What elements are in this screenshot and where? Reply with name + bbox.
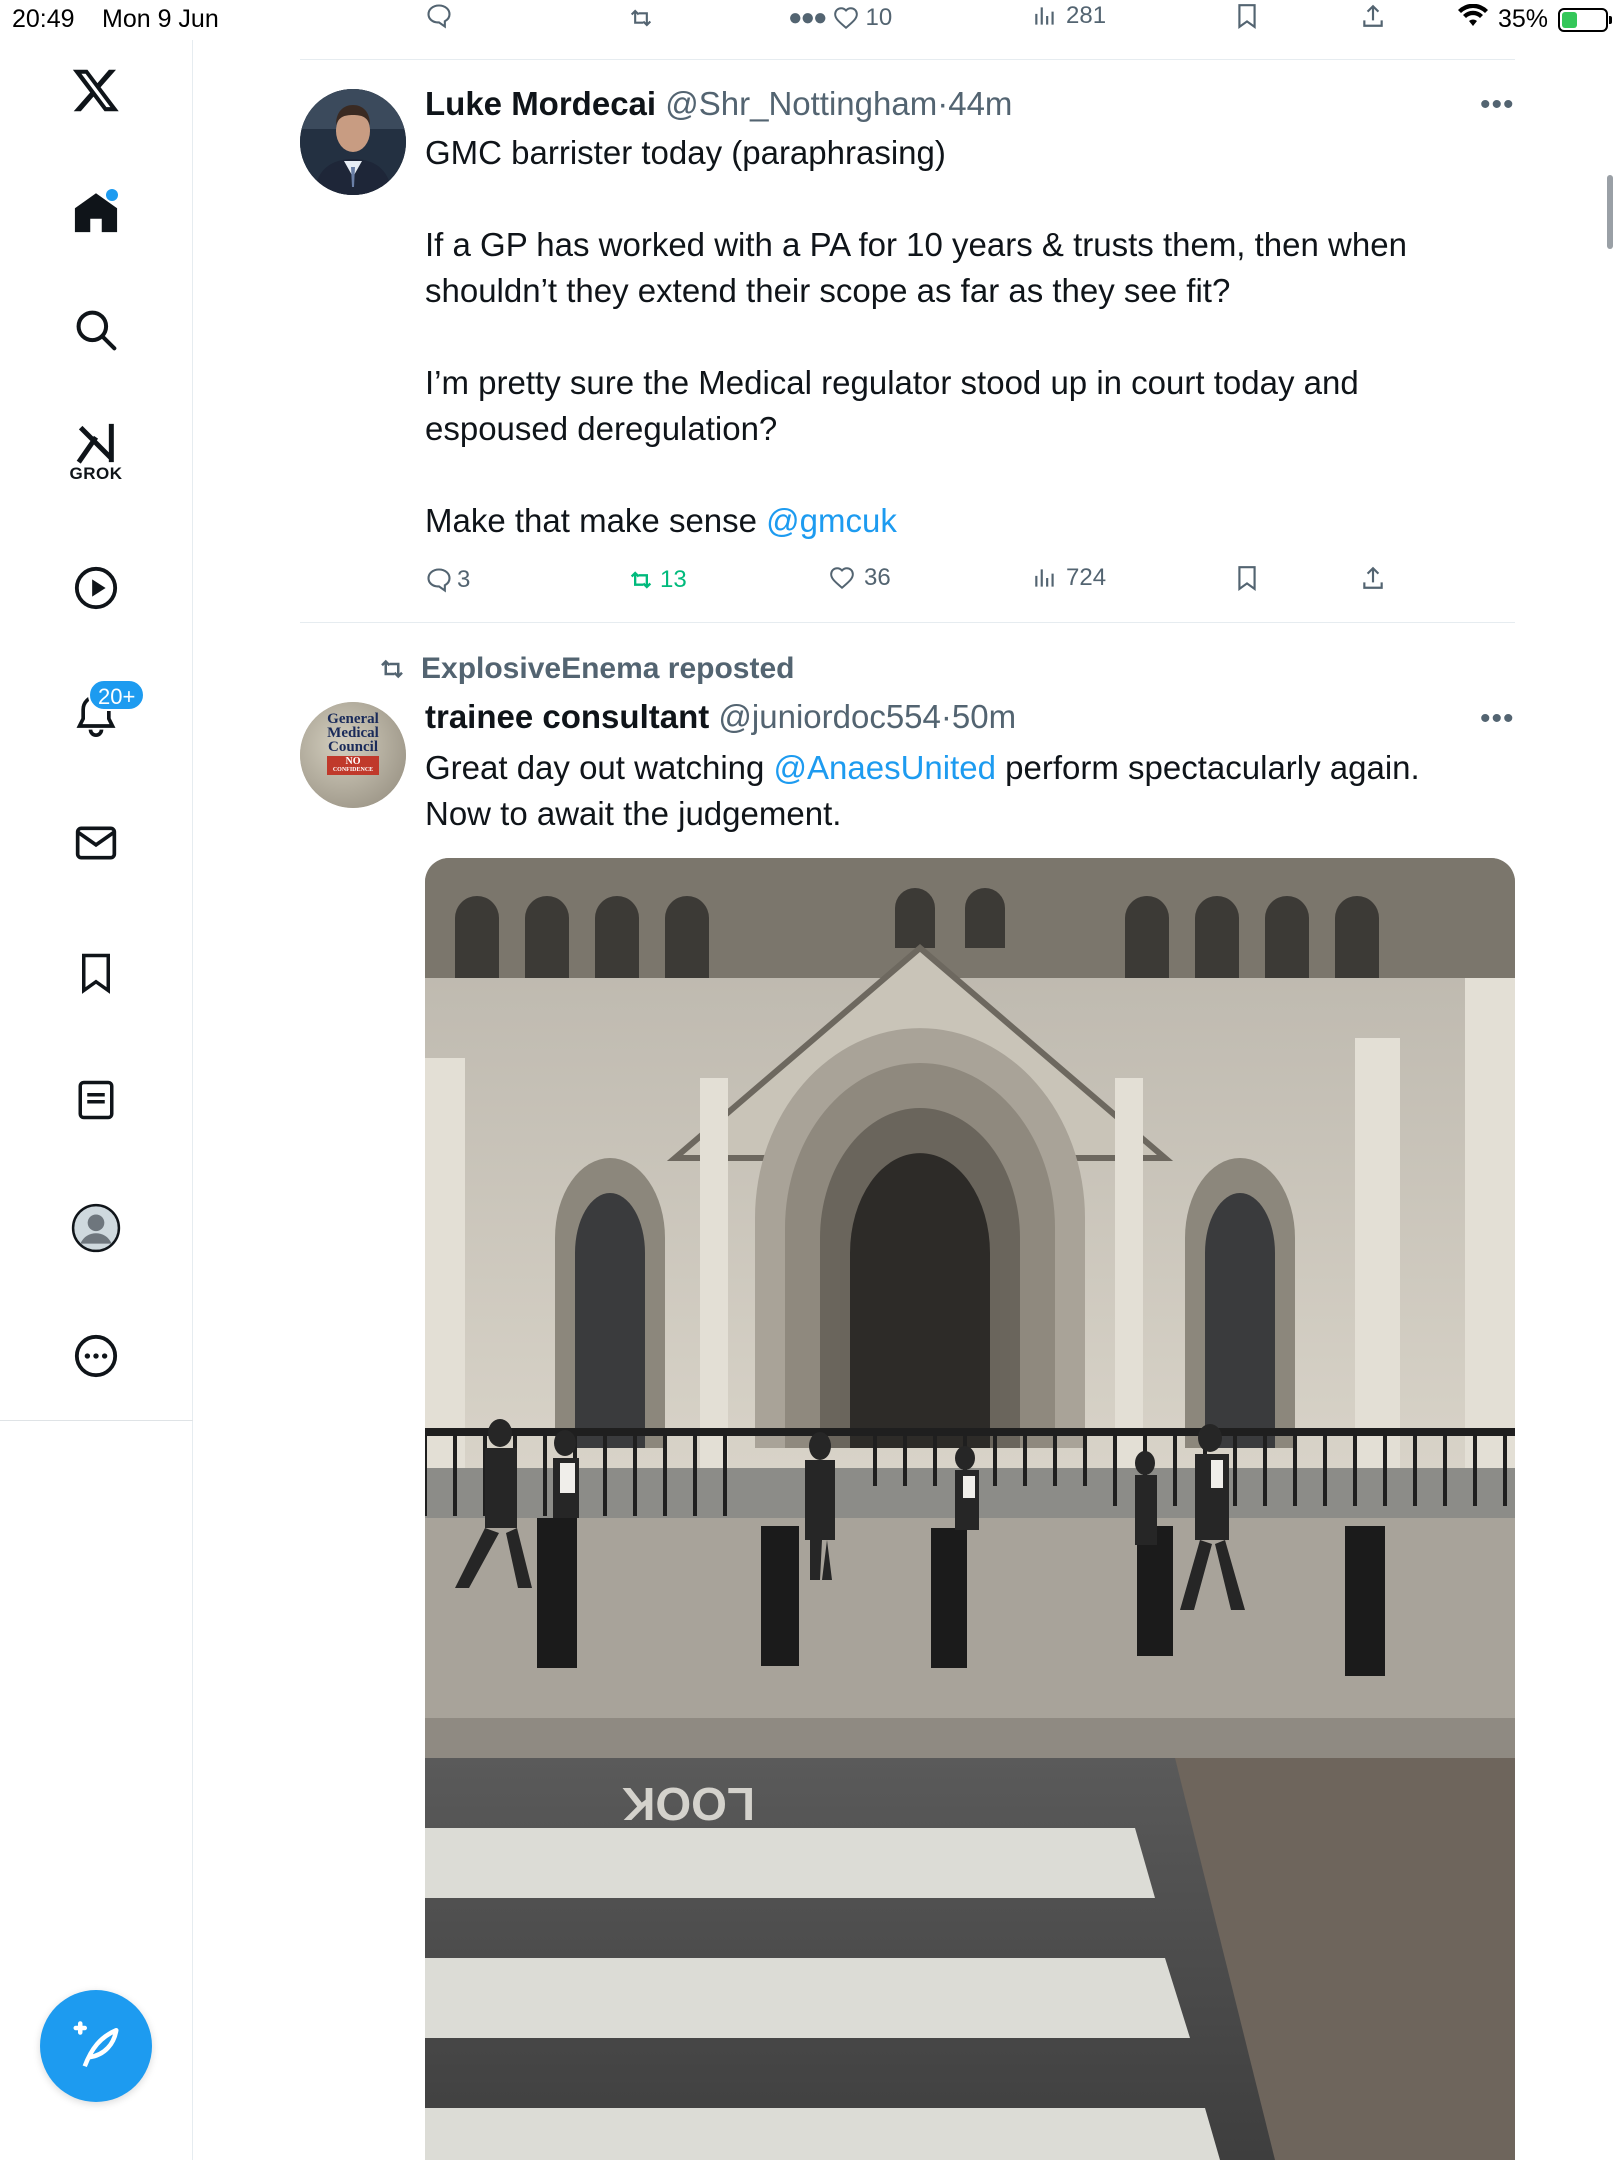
- tweet-divider: [300, 59, 1515, 60]
- handle[interactable]: @juniordoc554: [718, 698, 940, 735]
- court-building-photo: LOOK: [425, 858, 1515, 2160]
- lists-icon[interactable]: [66, 1070, 126, 1130]
- status-date: Mon 9 Jun: [102, 5, 219, 33]
- repost-icon: [381, 659, 403, 679]
- compose-button[interactable]: [40, 1990, 152, 2102]
- wifi-icon: [1457, 3, 1488, 35]
- tweet-body: Great day out watching: [425, 749, 774, 786]
- messages-icon[interactable]: [66, 813, 126, 873]
- search-icon[interactable]: [66, 300, 126, 360]
- grok-label: GROK: [69, 464, 123, 483]
- more-icon[interactable]: [66, 1326, 126, 1386]
- profile-icon[interactable]: [66, 1198, 126, 1258]
- road-marking-text: LOOK: [622, 1778, 755, 1830]
- mention-link[interactable]: @gmcuk: [766, 502, 897, 539]
- avatar-stamp-line: CONFIDENCE: [332, 767, 374, 773]
- like-count: 10: [865, 4, 893, 31]
- bookmarks-icon[interactable]: [66, 943, 126, 1003]
- compose-icon: [73, 2021, 119, 2068]
- dot-separator: ·: [937, 85, 949, 122]
- heart-icon: [830, 567, 854, 590]
- display-name[interactable]: trainee consultant: [425, 698, 709, 735]
- heart-icon: [833, 7, 858, 30]
- status-right: 35%: [1457, 3, 1612, 35]
- reposted-by: ExplosiveEnema reposted: [421, 652, 795, 685]
- dot-separator: ·: [940, 698, 952, 735]
- avatar-text-line: Medical: [327, 725, 379, 741]
- sidebar: GROK 20+: [0, 40, 193, 2160]
- views-count: 281: [1066, 2, 1107, 29]
- reply-count: 3: [457, 566, 471, 593]
- more-options-icon[interactable]: •••: [1480, 88, 1515, 122]
- home-notification-dot: [106, 189, 118, 201]
- tweet-body: GMC barrister today (paraphrasing) If a …: [425, 134, 1407, 539]
- views-icon: [1035, 7, 1054, 25]
- sidebar-divider: [0, 1420, 193, 1421]
- handle[interactable]: @Shr_Nottingham: [665, 85, 937, 122]
- battery-icon: [1558, 7, 1612, 32]
- scrollbar[interactable]: [1607, 175, 1613, 249]
- tweet-header: trainee consultant @juniordoc554·50m: [425, 698, 1016, 736]
- tweet-text: Great day out watching @AnaesUnited perf…: [425, 745, 1505, 837]
- video-icon[interactable]: [66, 558, 126, 618]
- grok-icon[interactable]: GROK: [66, 420, 126, 483]
- share-icon[interactable]: [1360, 564, 1386, 597]
- repost-context[interactable]: ExplosiveEnema reposted: [375, 652, 794, 686]
- status-time: 20:49: [12, 5, 75, 33]
- avatar-text-line: Council: [327, 739, 378, 755]
- more-options-icon[interactable]: •••: [1480, 702, 1515, 736]
- like-button[interactable]: 36: [828, 564, 891, 592]
- reply-icon[interactable]: [425, 2, 453, 35]
- notifications-badge: 20+: [88, 679, 146, 711]
- repost-count: 13: [660, 566, 687, 593]
- views-button[interactable]: 281: [1032, 2, 1106, 30]
- like-count: 36: [864, 564, 891, 591]
- display-name[interactable]: Luke Mordecai: [425, 85, 656, 122]
- bookmark-icon[interactable]: [1234, 2, 1260, 35]
- home-icon[interactable]: [66, 183, 126, 243]
- tweet-photo[interactable]: LOOK: [425, 858, 1515, 2160]
- avatar[interactable]: [300, 89, 406, 195]
- views-count: 724: [1066, 564, 1107, 591]
- reply-icon: [427, 568, 451, 593]
- avatar-stamp-line: NO: [345, 756, 361, 767]
- reply-button[interactable]: 3: [425, 566, 470, 594]
- x-logo-icon[interactable]: [66, 60, 126, 120]
- repost-icon: [630, 571, 652, 589]
- views-button[interactable]: 724: [1032, 564, 1106, 592]
- repost-icon[interactable]: [626, 4, 656, 37]
- tweet-header: Luke Mordecai @Shr_Nottingham·44m: [425, 85, 1012, 123]
- bookmark-icon[interactable]: [1234, 564, 1260, 597]
- views-icon: [1035, 569, 1054, 587]
- timestamp[interactable]: 44m: [948, 85, 1012, 122]
- timestamp[interactable]: 50m: [952, 698, 1016, 735]
- avatar-text-line: General: [327, 711, 379, 727]
- notifications-icon[interactable]: 20+: [66, 679, 146, 745]
- avatar-stamp: NO CONFIDENCE: [327, 756, 379, 775]
- mention-link[interactable]: @AnaesUnited: [774, 749, 996, 786]
- tweet-text: GMC barrister today (paraphrasing) If a …: [425, 130, 1505, 544]
- share-icon[interactable]: [1360, 2, 1386, 35]
- battery-percent: 35%: [1497, 5, 1548, 33]
- tweet-divider: [300, 622, 1515, 623]
- ellipsis-overlay-icon: ●●●: [788, 4, 827, 31]
- like-button[interactable]: ●●● 10: [788, 4, 892, 32]
- repost-button[interactable]: 13: [626, 566, 687, 594]
- avatar[interactable]: General Medical Council NO CONFIDENCE: [300, 702, 406, 808]
